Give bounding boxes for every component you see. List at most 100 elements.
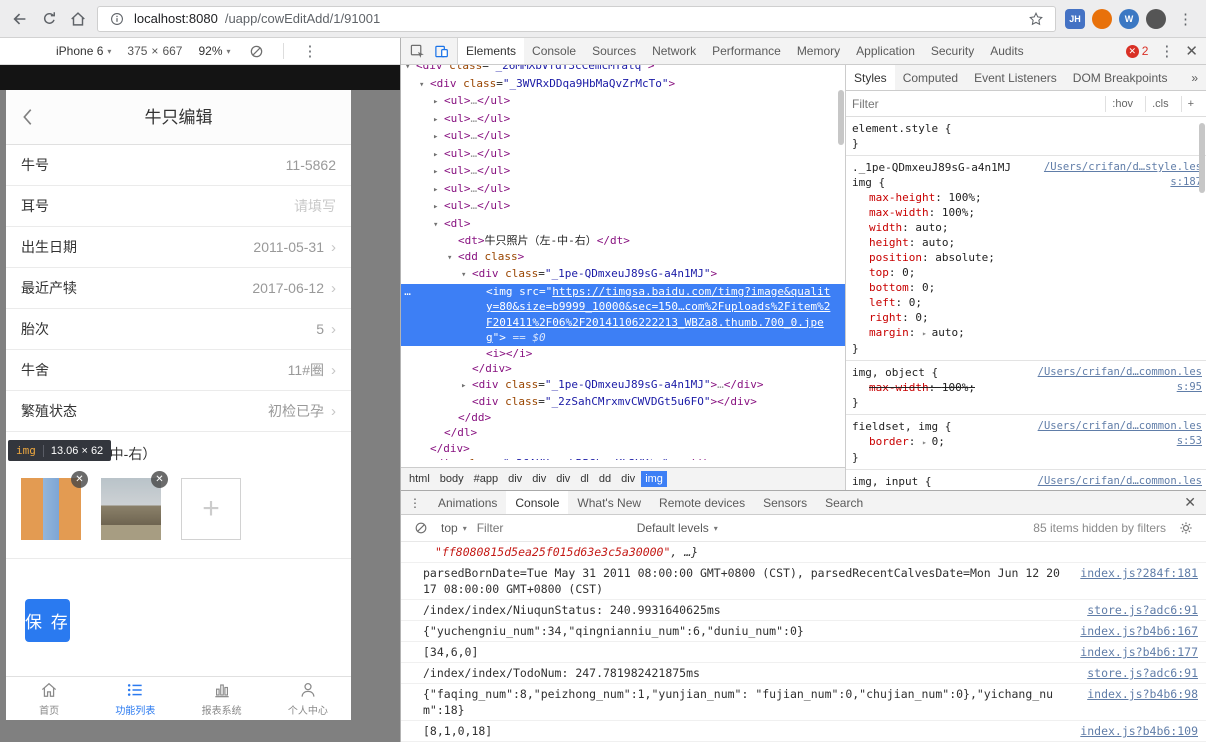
rule-selector[interactable]: img, input { <box>852 475 931 488</box>
dom-node[interactable]: ▸ <div class="_1pe-QDmxeuJ89sG-a4n1MJ">…<… <box>401 377 845 395</box>
drawer-tab-what-s-new[interactable]: What's New <box>568 491 650 514</box>
throttling-icon[interactable] <box>247 41 267 61</box>
console-message[interactable]: {"faqing_num":8,"peizhong_num":1,"yunjia… <box>401 684 1206 721</box>
css-property[interactable]: max-width: 100%; <box>852 205 1202 220</box>
form-row[interactable]: 最近产犊 2017-06-12 › <box>6 268 351 309</box>
drawer-tab-sensors[interactable]: Sensors <box>754 491 816 514</box>
elements-scrollbar[interactable] <box>838 90 844 145</box>
more-actions-icon[interactable]: … <box>401 284 415 300</box>
drawer-tab-animations[interactable]: Animations <box>429 491 506 514</box>
browser-menu-icon[interactable]: ⋮ <box>1175 10 1196 28</box>
nav-user[interactable]: 个人中心 <box>265 677 351 720</box>
source-location-link[interactable]: index.js?284f:181 <box>1080 565 1198 581</box>
add-photo-button[interactable]: + <box>181 478 241 540</box>
rule-selector[interactable]: fieldset, img { <box>852 420 951 433</box>
back-icon[interactable] <box>10 9 30 29</box>
styles-tab-dom-breakpoints[interactable]: DOM Breakpoints <box>1065 65 1176 90</box>
bookmark-star-icon[interactable] <box>1026 9 1046 29</box>
nav-chart[interactable]: 报表系统 <box>179 677 265 720</box>
breadcrumb-div[interactable]: div <box>617 471 639 487</box>
form-row[interactable]: 出生日期 2011-05-31 › <box>6 227 351 268</box>
devtools-tab-elements[interactable]: Elements <box>458 38 525 64</box>
console-settings-icon[interactable] <box>1176 518 1196 538</box>
rule-selector[interactable]: element.style { <box>852 122 951 135</box>
css-property[interactable]: bottom: 0; <box>852 280 1202 295</box>
devtools-tab-audits[interactable]: Audits <box>982 38 1031 64</box>
new-rule-button[interactable]: + <box>1180 95 1200 112</box>
breadcrumb-img[interactable]: img <box>641 471 667 487</box>
dom-node[interactable]: </div> <box>401 361 845 377</box>
dom-node[interactable]: <i></i> <box>401 346 845 362</box>
expand-shorthand-icon[interactable]: ▸ <box>922 438 932 447</box>
drawer-tab-search[interactable]: Search <box>816 491 872 514</box>
devtools-tab-security[interactable]: Security <box>923 38 982 64</box>
device-toolbar-toggle-icon[interactable] <box>431 41 451 61</box>
console-message[interactable]: [8,1,0,18] index.js?b4b6:109 <box>401 721 1206 742</box>
remove-photo-icon[interactable]: ✕ <box>71 471 88 488</box>
console-message[interactable]: /index/index/TodoNum: 247.781982421875ms… <box>401 663 1206 684</box>
dom-node[interactable]: </dl> <box>401 425 845 441</box>
dom-node[interactable]: ▸ <ul>…</ul> <box>401 146 845 164</box>
device-toolbar-menu-icon[interactable]: ⋮ <box>300 42 321 60</box>
url-bar[interactable]: localhost:8080 /uapp/cowEditAdd/1/91001 <box>97 5 1056 32</box>
stylesheet-link[interactable]: /Users/crifan/d…common.less:95 <box>1032 365 1202 395</box>
devtools-tab-console[interactable]: Console <box>524 38 584 64</box>
dom-node[interactable]: ▸<div class="_26AHUgpmkR5GknrKL2YKtq">…<… <box>401 456 845 460</box>
source-location-link[interactable]: index.js?b4b6:109 <box>1080 723 1198 739</box>
css-property[interactable]: margin: ▸ auto; <box>852 325 1202 341</box>
devtools-close-icon[interactable]: ✕ <box>1185 42 1198 60</box>
css-property[interactable]: top: 0; <box>852 265 1202 280</box>
css-property[interactable]: max-height: 100%; <box>852 190 1202 205</box>
console-message[interactable]: "ff8080815d5ea25f015d63e3c5a30000", …} <box>401 542 1206 563</box>
form-row[interactable]: 繁殖状态 初检已孕 › <box>6 391 351 432</box>
css-property[interactable]: position: absolute; <box>852 250 1202 265</box>
devtools-tab-network[interactable]: Network <box>644 38 704 64</box>
devtools-tab-sources[interactable]: Sources <box>584 38 644 64</box>
device-dimensions[interactable]: 375 × 667 <box>127 44 182 58</box>
rule-selector[interactable]: img, object { <box>852 366 938 379</box>
zoom-select[interactable]: 92% ▾ <box>198 44 230 58</box>
stylesheet-link[interactable]: /Users/crifan/d…style.less:187 <box>1032 160 1202 190</box>
dom-node[interactable]: ▾ <dl> <box>401 216 845 234</box>
dom-node[interactable]: ▸ <ul>…</ul> <box>401 128 845 146</box>
dom-node[interactable]: ▾ <div class="_26MMXbVfdY3cCemcMYatq"> <box>401 65 845 76</box>
source-location-link[interactable]: store.js?adc6:91 <box>1087 665 1198 681</box>
stylesheet-link[interactable]: /Users/crifan/d…common.less:53 <box>1032 419 1202 449</box>
photo-thumb-left[interactable]: ✕ <box>21 471 88 540</box>
rule-selector[interactable]: ._1pe-QDmxeuJ89sG-a4n1MJ img { <box>852 161 1011 189</box>
devtools-menu-icon[interactable]: ⋮ <box>1156 42 1177 60</box>
extension-icon-1[interactable]: JH <box>1065 8 1085 29</box>
drawer-close-icon[interactable]: ✕ <box>1174 494 1206 511</box>
styles-tab-computed[interactable]: Computed <box>895 65 966 90</box>
execution-context-select[interactable]: top ▾ <box>441 521 467 535</box>
dom-node[interactable]: ▸ <ul>…</ul> <box>401 93 845 111</box>
dom-node[interactable]: </div> <box>401 441 845 457</box>
source-location-link[interactable]: store.js?adc6:91 <box>1087 602 1198 618</box>
breadcrumb-div[interactable]: div <box>528 471 550 487</box>
back-chevron-icon[interactable] <box>18 106 38 133</box>
inspect-element-icon[interactable] <box>407 41 427 61</box>
refresh-icon[interactable] <box>39 9 59 29</box>
dom-node[interactable]: </dd> <box>401 410 845 426</box>
dom-node-img-selected[interactable]: … <img src="https://timgsa.baidu.com/timg… <box>401 283 845 346</box>
dom-node[interactable]: <div class="_2zSahCMrxmvCWVDGt5u6FO"></d… <box>401 394 845 410</box>
form-row[interactable]: 耳号 请填写 <box>6 186 351 227</box>
device-select[interactable]: iPhone 6 ▾ <box>56 44 111 58</box>
breadcrumb-div[interactable]: div <box>552 471 574 487</box>
css-property[interactable]: left: 0; <box>852 295 1202 310</box>
dom-node[interactable]: ▸ <ul>…</ul> <box>401 198 845 216</box>
breadcrumb-html[interactable]: html <box>405 471 434 487</box>
log-levels-select[interactable]: Default levels ▾ <box>637 521 718 535</box>
breadcrumb-dd[interactable]: dd <box>595 471 615 487</box>
css-property[interactable]: width: auto; <box>852 220 1202 235</box>
dom-node[interactable]: <dt>牛只照片（左-中-右）</dt> <box>401 233 845 249</box>
form-row[interactable]: 胎次 5 › <box>6 309 351 350</box>
class-toggle[interactable]: .cls <box>1145 95 1175 112</box>
drawer-tab-console[interactable]: Console <box>506 491 569 514</box>
css-property[interactable]: height: auto; <box>852 235 1202 250</box>
expand-shorthand-icon[interactable]: ▸ <box>922 329 932 338</box>
styles-scrollbar[interactable] <box>1199 123 1205 193</box>
nav-list[interactable]: 功能列表 <box>92 677 178 720</box>
devtools-tab-performance[interactable]: Performance <box>704 38 789 64</box>
save-button[interactable]: 保 存 <box>25 599 70 642</box>
